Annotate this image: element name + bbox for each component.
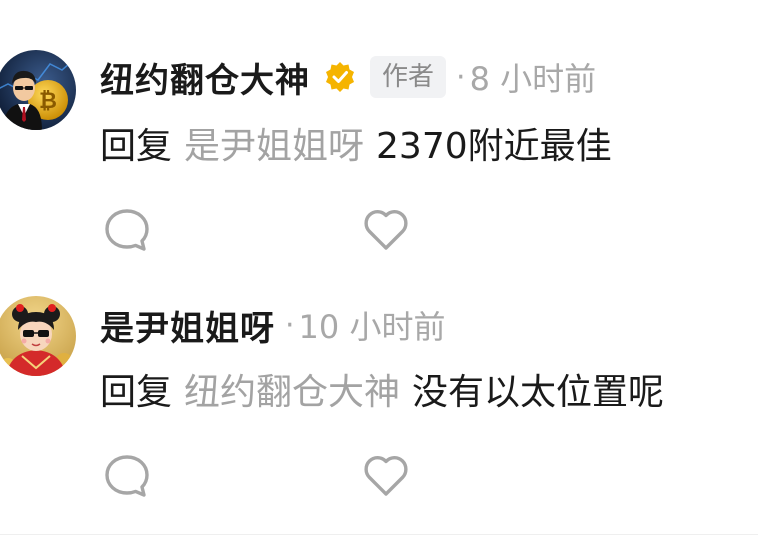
comment-body[interactable]: 回复 纽约翻仓大神 没有以太位置呢	[100, 364, 664, 414]
comment-bubble-icon[interactable]	[106, 0, 146, 4]
verified-check-badge-icon	[326, 62, 354, 92]
comment-header: 纽约翻仓大神 作者 · 8 小时前	[100, 52, 596, 102]
reply-prefix: 回复	[100, 126, 173, 167]
timestamp: 8 小时前	[469, 60, 597, 98]
meta-separator: ·	[285, 307, 295, 343]
heart-outline-icon[interactable]	[361, 451, 411, 501]
bitcoin-businessman-avatar-icon: ₿	[0, 50, 76, 130]
previous-comment-actions	[0, 0, 758, 4]
username[interactable]: 是尹姐姐呀	[100, 301, 275, 350]
comment-body[interactable]: 回复 是尹姐姐呀 2370附近最佳	[100, 118, 612, 168]
comment-text: 没有以太位置呢	[412, 372, 665, 413]
comment-bubble-icon[interactable]	[102, 451, 152, 501]
comment-text: 2370附近最佳	[376, 126, 612, 167]
timestamp: 10 小时前	[298, 308, 446, 346]
username[interactable]: 纽约翻仓大神	[100, 53, 310, 102]
reply-prefix: 回复	[100, 372, 173, 413]
svg-text:₿: ₿	[39, 89, 57, 114]
comment-header: 是尹姐姐呀 · 10 小时前	[100, 300, 445, 350]
comment-bubble-icon[interactable]	[102, 205, 152, 255]
heart-outline-icon[interactable]	[365, 0, 405, 4]
heart-outline-icon[interactable]	[361, 205, 411, 255]
cartoon-girl-avatar-icon	[0, 296, 76, 376]
reply-target-username[interactable]: 是尹姐姐呀	[184, 117, 364, 169]
avatar[interactable]	[0, 296, 76, 376]
avatar[interactable]: ₿	[0, 50, 76, 130]
meta-separator: ·	[456, 59, 466, 95]
reply-target-username[interactable]: 纽约翻仓大神	[184, 363, 400, 415]
divider	[0, 534, 758, 535]
author-tag: 作者	[370, 56, 447, 98]
